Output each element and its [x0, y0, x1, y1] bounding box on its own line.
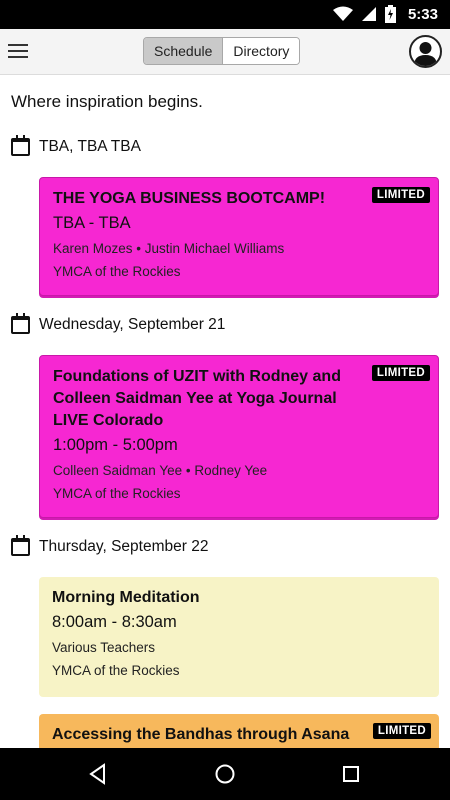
app-header: Schedule Directory — [0, 29, 450, 75]
session-card[interactable]: Morning Meditation 8:00am - 8:30am Vario… — [39, 577, 439, 697]
session-card[interactable]: LIMITED THE YOGA BUSINESS BOOTCAMP! TBA … — [39, 177, 439, 296]
battery-charging-icon — [384, 5, 396, 23]
status-time: 5:33 — [407, 5, 438, 23]
session-teachers: Karen Mozes • Justin Michael Williams — [53, 241, 285, 256]
day-label: Wednesday, September 21 — [39, 316, 226, 333]
session-title: THE YOGA BUSINESS BOOTCAMP! — [53, 190, 326, 207]
home-icon[interactable] — [212, 761, 238, 787]
session-title: Accessing the Bandhas through Asana — [52, 726, 350, 743]
calendar-icon — [11, 535, 30, 556]
recents-icon[interactable] — [338, 761, 364, 787]
session-time: 1:00pm - 5:00pm — [53, 436, 178, 454]
calendar-icon — [11, 313, 30, 334]
back-icon[interactable] — [85, 761, 111, 787]
tagline: Where inspiration begins. — [11, 92, 203, 111]
tab-schedule[interactable]: Schedule — [144, 38, 224, 64]
limited-badge: LIMITED — [371, 187, 430, 203]
day-header: TBA, TBA TBA — [11, 135, 141, 156]
session-card[interactable]: LIMITED Foundations of UZIT with Rodney … — [39, 355, 439, 518]
schedule-list[interactable]: Where inspiration begins. TBA, TBA TBA L… — [0, 75, 450, 748]
tab-directory[interactable]: Directory — [223, 38, 300, 64]
session-title: Morning Meditation — [52, 589, 200, 606]
session-location: YMCA of the Rockies — [53, 264, 181, 279]
session-location: YMCA of the Rockies — [53, 486, 181, 501]
view-switcher: Schedule Directory — [143, 37, 301, 65]
profile-avatar-icon[interactable] — [409, 35, 442, 68]
limited-badge: LIMITED — [371, 365, 430, 381]
cellular-icon — [361, 7, 376, 21]
menu-icon[interactable] — [8, 39, 32, 63]
calendar-icon — [11, 135, 30, 156]
session-teachers: Various Teachers — [52, 640, 156, 655]
day-label: TBA, TBA TBA — [39, 138, 141, 155]
session-location: YMCA of the Rockies — [52, 663, 180, 678]
session-card[interactable]: LIMITED Accessing the Bandhas through As… — [39, 714, 439, 748]
system-nav-bar — [0, 748, 450, 800]
day-header: Thursday, September 22 — [11, 535, 209, 556]
day-header: Wednesday, September 21 — [11, 313, 226, 334]
status-icons: 5:33 — [332, 5, 438, 23]
session-teachers: Colleen Saidman Yee • Rodney Yee — [53, 463, 268, 478]
session-title: Foundations of UZIT with Rodney and Coll… — [53, 368, 341, 429]
status-bar: 5:33 — [0, 0, 450, 29]
session-time: TBA - TBA — [53, 214, 131, 232]
wifi-icon — [332, 6, 353, 21]
session-time: 8:00am - 8:30am — [52, 613, 177, 631]
day-label: Thursday, September 22 — [39, 538, 209, 555]
limited-badge: LIMITED — [372, 723, 431, 739]
